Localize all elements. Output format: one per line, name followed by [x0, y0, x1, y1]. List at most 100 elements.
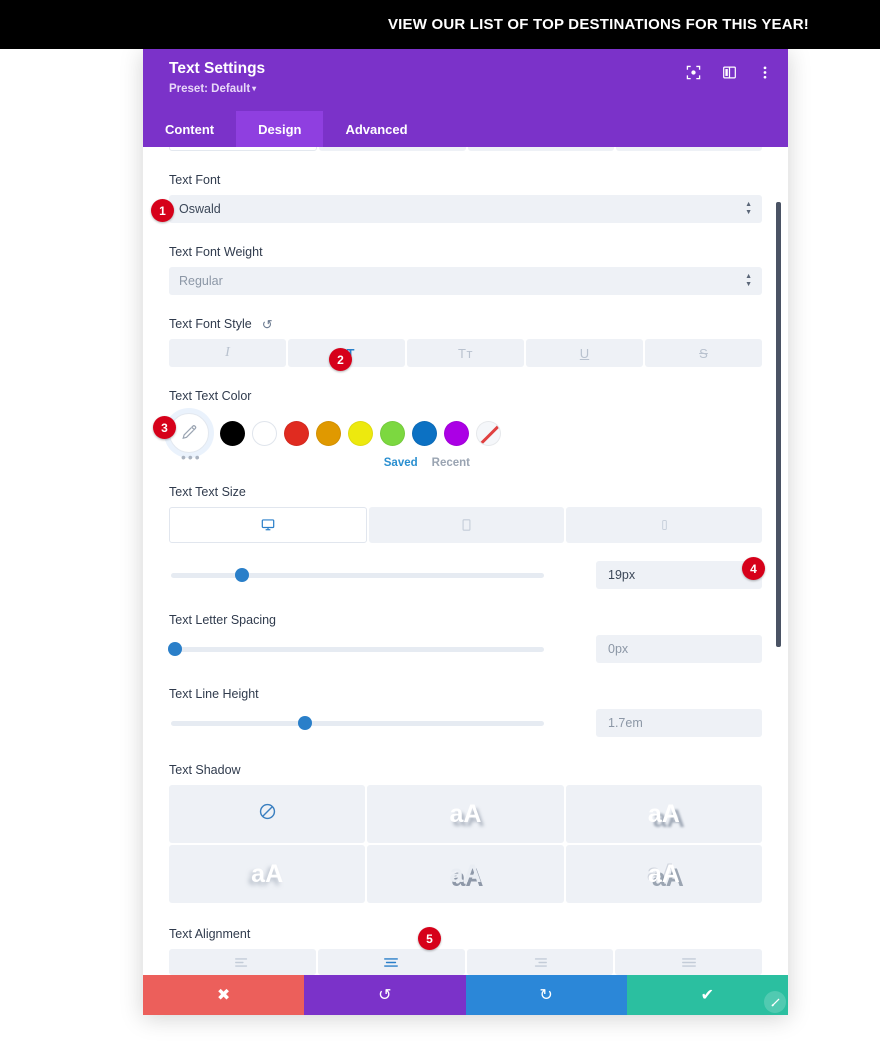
- shadow-style-2[interactable]: aA: [565, 785, 762, 843]
- line-height-slider-knob[interactable]: [298, 716, 313, 730]
- chevron-updown-icon: ▲ ▼: [745, 201, 752, 216]
- undo-icon: ↺: [378, 987, 392, 1004]
- text-alignment-label: Text Alignment: [169, 927, 251, 941]
- device-phone[interactable]: [566, 507, 763, 543]
- letter-spacing-input[interactable]: 0px: [596, 635, 762, 663]
- letter-spacing-slider-row: 0px: [167, 635, 762, 663]
- undo-button[interactable]: ↺: [304, 975, 466, 1015]
- promo-banner-text: VIEW OUR LIST OF TOP DESTINATIONS FOR TH…: [387, 16, 809, 33]
- text-font-style-label: Text Font Style ↺: [169, 317, 762, 331]
- redo-button[interactable]: ↻: [465, 975, 627, 1015]
- resize-handle-icon[interactable]: [764, 991, 786, 1013]
- font-style-button-group: I TT Tᴛ U S: [169, 339, 762, 367]
- clipped-option-1: [169, 147, 318, 151]
- swatch-purple[interactable]: [444, 420, 469, 446]
- tab-advanced[interactable]: Advanced: [323, 111, 429, 147]
- redo-icon: ↻: [539, 987, 553, 1004]
- shadow-none[interactable]: [169, 785, 366, 843]
- more-vertical-icon[interactable]: [756, 63, 774, 81]
- align-justify-button[interactable]: [615, 949, 762, 975]
- swatch-blue[interactable]: [412, 420, 437, 446]
- swatch-yellow[interactable]: [348, 420, 373, 446]
- shadow-style-4[interactable]: aA: [367, 845, 564, 903]
- check-icon: ✔: [700, 987, 715, 1004]
- focus-icon[interactable]: [684, 63, 702, 81]
- swatch-transparent[interactable]: [476, 420, 501, 446]
- clipped-option-row: [169, 147, 762, 151]
- text-font-weight-select[interactable]: Regular ▲ ▼: [169, 267, 762, 295]
- align-left-button[interactable]: [169, 949, 316, 975]
- reset-icon[interactable]: ↺: [262, 318, 273, 331]
- swatch-red[interactable]: [284, 420, 309, 446]
- more-colors-icon[interactable]: •••: [181, 450, 202, 464]
- smallcaps-icon: Tᴛ: [458, 345, 473, 361]
- text-alignment-group: [169, 949, 762, 975]
- swatch-white[interactable]: [252, 420, 277, 446]
- text-font-label: Text Font: [169, 173, 221, 187]
- text-shadow-options: aA aA aA aA aA: [169, 785, 762, 903]
- tab-content[interactable]: Content: [143, 111, 236, 147]
- swatch-green[interactable]: [380, 420, 405, 446]
- text-font-weight-value: Regular: [179, 274, 223, 288]
- annotation-badge-5: 5: [418, 927, 441, 950]
- italic-style-button[interactable]: I: [169, 339, 286, 367]
- layout-columns-icon[interactable]: [720, 63, 738, 81]
- align-center-button[interactable]: [317, 949, 465, 975]
- swatch-black[interactable]: [220, 420, 245, 446]
- annotation-badge-3: 3: [153, 416, 176, 439]
- tab-design[interactable]: Design: [236, 111, 324, 147]
- shadow-style-1[interactable]: aA: [367, 785, 564, 843]
- saved-colors-tab[interactable]: Saved: [384, 457, 418, 469]
- line-height-slider-row: 1.7em: [169, 709, 762, 737]
- line-height-input[interactable]: 1.7em: [596, 709, 762, 737]
- underline-icon: U: [579, 345, 590, 361]
- device-tab-group: [169, 507, 763, 543]
- no-shadow-icon: [258, 802, 277, 827]
- text-font-weight-label: Text Font Weight: [169, 245, 263, 259]
- clipped-option-3: [467, 147, 614, 151]
- underline-style-button[interactable]: U: [526, 339, 643, 367]
- chevron-down-icon: ▾: [252, 84, 257, 93]
- smallcaps-style-button[interactable]: Tᴛ: [407, 339, 524, 367]
- annotation-badge-2: 2: [329, 348, 352, 371]
- text-color-label: Text Text Color: [169, 389, 252, 403]
- text-settings-panel: Text Settings Preset: Default ▾ Content …: [143, 49, 788, 1015]
- device-tablet[interactable]: [368, 507, 565, 543]
- letter-spacing-slider[interactable]: [167, 642, 544, 656]
- letter-spacing-label: Text Letter Spacing: [169, 613, 277, 627]
- align-right-button[interactable]: [466, 949, 614, 975]
- italic-icon: I: [225, 345, 230, 360]
- text-font-select[interactable]: Oswald ▲ ▼: [169, 195, 762, 223]
- color-picker-button[interactable]: [169, 413, 209, 453]
- panel-action-bar: ✖ ↺ ↻ ✔: [143, 975, 788, 1015]
- promo-banner: VIEW OUR LIST OF TOP DESTINATIONS FOR TH…: [0, 0, 880, 49]
- text-size-slider[interactable]: [171, 568, 544, 582]
- shadow-preview-1: aA: [449, 799, 482, 828]
- recent-colors-tab[interactable]: Recent: [432, 457, 470, 469]
- shadow-preview-4: aA: [449, 859, 482, 888]
- settings-scroll-area: Text Font Oswald ▲ ▼ Text Font Weight Reg…: [143, 147, 788, 975]
- save-button[interactable]: ✔: [626, 975, 788, 1015]
- swatch-orange[interactable]: [316, 420, 341, 446]
- text-size-input[interactable]: 19px: [596, 561, 762, 589]
- shadow-style-3[interactable]: aA: [169, 845, 366, 903]
- cancel-button[interactable]: ✖: [143, 975, 305, 1015]
- page-title: Text Settings: [169, 60, 266, 77]
- clipped-option-4: [615, 147, 762, 151]
- strikethrough-style-button[interactable]: S: [645, 339, 762, 367]
- text-size-slider-knob[interactable]: [234, 568, 249, 582]
- header-icon-group: [684, 63, 774, 81]
- letter-spacing-slider-knob[interactable]: [167, 642, 182, 656]
- text-size-label: Text Text Size: [169, 485, 246, 499]
- preset-selector[interactable]: Preset: Default ▾: [169, 83, 770, 95]
- text-shadow-label: Text Shadow: [169, 763, 241, 777]
- text-size-slider-row: 19px: [169, 561, 762, 589]
- chevron-updown-icon: ▲ ▼: [745, 273, 752, 288]
- device-desktop[interactable]: [169, 507, 367, 543]
- panel-header: Text Settings Preset: Default ▾: [143, 49, 788, 111]
- line-height-slider[interactable]: [171, 716, 544, 730]
- shadow-style-5[interactable]: aA: [565, 845, 762, 903]
- preset-label: Preset: Default: [169, 83, 251, 95]
- panel-scrollbar[interactable]: [776, 147, 785, 975]
- panel-scrollbar-thumb[interactable]: [776, 202, 781, 647]
